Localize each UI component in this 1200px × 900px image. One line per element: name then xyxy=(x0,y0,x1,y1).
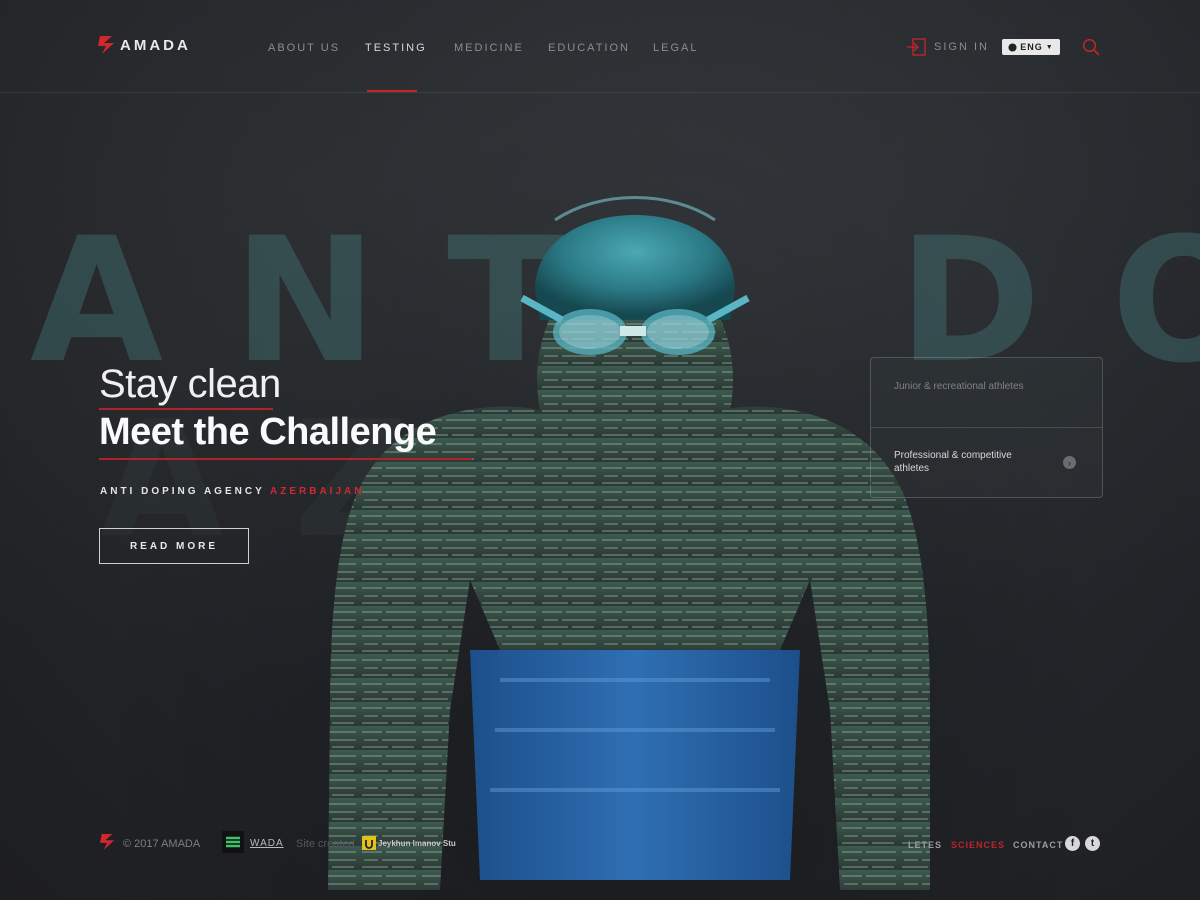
subtitle-underline xyxy=(99,408,273,410)
footer-link-sciences[interactable]: SCIENCES xyxy=(951,840,1005,850)
footer-link-contact[interactable]: CONTACT xyxy=(1013,840,1063,850)
card-label: Junior & recreational athletes xyxy=(894,381,1024,392)
creator-link[interactable]: Jeykhun Imanov Stu xyxy=(378,839,456,848)
globe-icon xyxy=(1008,42,1017,52)
footer-brand-mark-icon xyxy=(100,834,115,850)
brand-name: AMADA xyxy=(120,36,191,54)
footer-link-athletes[interactable]: LETES xyxy=(908,840,942,850)
agency-tagline: ANTI DOPING AGENCY AZERBAIJAN xyxy=(100,486,364,497)
swimmer-illustration xyxy=(328,196,930,890)
site-header: AMADA ABOUT US TESTING MEDICINE EDUCATIO… xyxy=(0,0,1200,93)
brand-logo[interactable]: AMADA xyxy=(98,34,191,56)
wada-logo-icon xyxy=(222,831,244,853)
search-icon xyxy=(1082,38,1100,56)
site-created-label: Site created xyxy=(296,838,355,850)
creator-logo-icon xyxy=(362,836,376,850)
brand-mark-icon xyxy=(98,36,114,54)
hero-title: Meet the Challenge xyxy=(99,411,437,453)
wada-link[interactable]: WADA xyxy=(250,838,284,849)
facebook-icon[interactable]: f xyxy=(1065,836,1080,851)
chevron-right-icon[interactable]: › xyxy=(1063,456,1076,469)
nav-testing[interactable]: TESTING xyxy=(365,42,427,54)
hero-subtitle: Stay clean xyxy=(99,362,281,406)
agency-prefix: ANTI DOPING AGENCY xyxy=(100,486,265,497)
site-footer: © 2017 AMADA WADA Site created Jeykhun I… xyxy=(0,828,1200,860)
language-selector[interactable]: ENG ▼ xyxy=(1002,39,1060,55)
nav-education[interactable]: EDUCATION xyxy=(548,42,630,54)
title-underline xyxy=(99,458,472,460)
sign-in-link[interactable]: SIGN IN xyxy=(906,38,989,56)
search-button[interactable] xyxy=(1082,38,1100,61)
nav-legal[interactable]: LEGAL xyxy=(653,42,698,54)
language-label: ENG xyxy=(1020,42,1043,52)
chevron-down-icon: ▼ xyxy=(1045,43,1054,51)
nav-active-indicator xyxy=(367,90,417,92)
copyright: © 2017 AMADA xyxy=(123,838,201,850)
sign-in-icon xyxy=(907,38,926,56)
nav-about-us[interactable]: ABOUT US xyxy=(268,42,340,54)
read-more-button[interactable]: READ MORE xyxy=(99,528,249,564)
nav-medicine[interactable]: MEDICINE xyxy=(454,42,524,54)
card-label: Professional & competitive athletes xyxy=(894,450,1012,474)
sign-in-label: SIGN IN xyxy=(934,41,989,53)
card-professional-athletes[interactable]: Professional & competitive athletes › xyxy=(871,428,1102,497)
agency-country: AZERBAIJAN xyxy=(270,486,365,497)
athlete-type-panel: Junior & recreational athletes Professio… xyxy=(870,357,1103,498)
card-junior-athletes[interactable]: Junior & recreational athletes xyxy=(871,358,1102,428)
twitter-icon[interactable]: t xyxy=(1085,836,1100,851)
